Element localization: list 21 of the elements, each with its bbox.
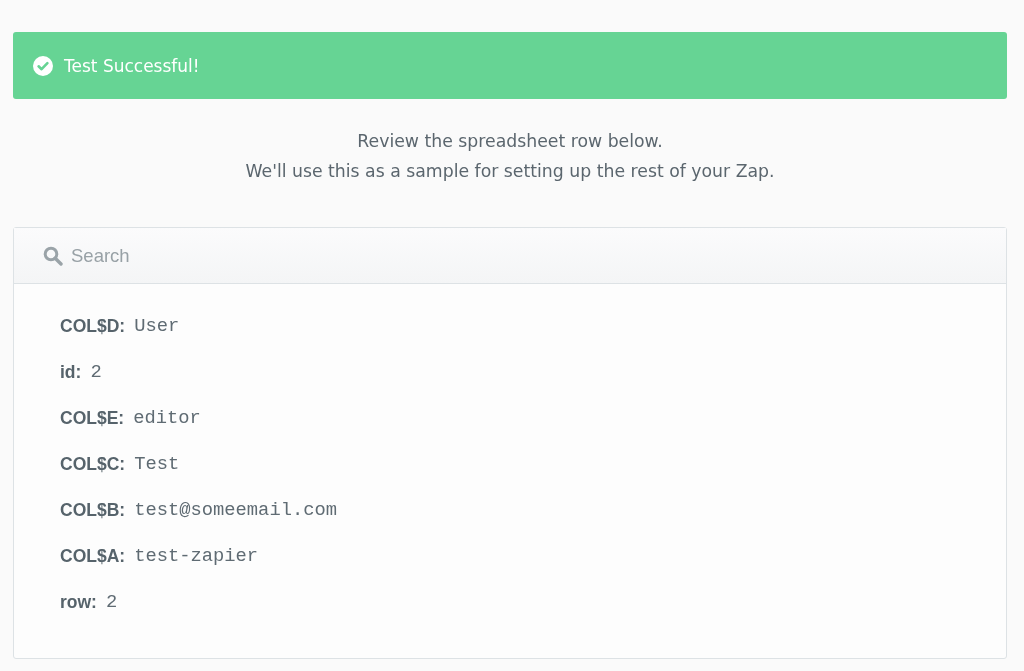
intro-text: We'll use this as a sample for setting up the rest of your Zap. xyxy=(245,160,775,183)
search-bar[interactable]: Search xyxy=(14,228,1006,284)
field-label: COL$C: xyxy=(60,453,126,475)
field-value: test-zapier xyxy=(134,545,259,567)
field-value: 2 xyxy=(90,361,102,383)
field-value: User xyxy=(134,315,180,337)
banner-message: Test Successful! xyxy=(64,54,200,78)
field-value: test@someemail.com xyxy=(134,499,337,521)
check-circle-icon xyxy=(33,55,53,76)
field-label: COL$A: xyxy=(60,545,126,567)
field-label: COL$E: xyxy=(60,407,125,429)
field-value: Test xyxy=(134,453,180,475)
field-label: row: xyxy=(60,591,97,613)
field-label: id: xyxy=(60,361,82,383)
search-input[interactable]: Search xyxy=(71,240,986,271)
intro-text: Review the spreadsheet row below. xyxy=(357,130,663,153)
field-label: COL$D: xyxy=(60,315,126,337)
field-value: editor xyxy=(133,407,201,429)
field-value: 2 xyxy=(105,591,118,613)
search-icon xyxy=(43,245,63,266)
field-label: COL$B: xyxy=(60,499,126,521)
